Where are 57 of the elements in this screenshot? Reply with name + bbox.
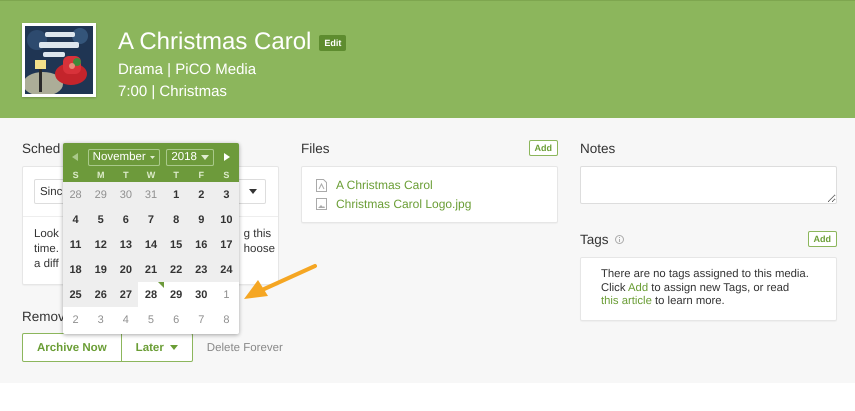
weekday-label: W	[146, 170, 156, 180]
calendar-day[interactable]: 23	[188, 257, 214, 282]
calendar-day[interactable]: 15	[164, 232, 189, 257]
pdf-file-icon	[316, 178, 327, 192]
section-title: Files	[301, 140, 330, 156]
caret-icon	[170, 345, 178, 350]
calendar-day[interactable]: 27	[113, 282, 138, 307]
description-text: time.	[34, 242, 59, 257]
calendar-day[interactable]: 2	[188, 182, 214, 207]
calendar-day[interactable]: 4	[63, 207, 88, 232]
section-title: Notes	[580, 140, 616, 156]
weekday-label: S	[72, 170, 80, 180]
tags-message: There are no tags assigned to this media. Click Add to assign new Tags, or read this article to learn more.	[600, 267, 810, 309]
media-title: A Christmas Carol	[118, 27, 312, 57]
edit-button[interactable]: Edit	[319, 35, 346, 51]
caret-icon	[249, 189, 257, 194]
calendar-day[interactable]: 11	[63, 232, 88, 257]
image-file-icon	[316, 198, 327, 210]
calendar-day[interactable]: 1	[164, 182, 189, 207]
section-title: Sched	[22, 140, 60, 156]
calendar-day[interactable]: 9	[188, 207, 214, 232]
weekday-label: T	[172, 170, 180, 180]
calendar-day[interactable]: 22	[164, 257, 189, 282]
calendar-day[interactable]: 3	[214, 182, 239, 207]
calendar-day[interactable]: 14	[138, 232, 164, 257]
calendar-day[interactable]: 10	[214, 207, 239, 232]
weekday-label: S	[222, 170, 230, 180]
calendar-day[interactable]: 26	[88, 282, 114, 307]
weekday-label: F	[198, 170, 206, 180]
caret-icon	[201, 154, 210, 160]
calendar-day[interactable]: 24	[214, 257, 239, 282]
description-text: a diff	[34, 257, 59, 272]
caret-icon	[150, 154, 155, 160]
description-text: hoose	[244, 242, 275, 257]
description-text: g this	[244, 227, 272, 242]
calendar-day[interactable]: 25	[63, 282, 88, 307]
notes-field[interactable]	[580, 166, 837, 204]
calendar-day[interactable]: 18	[63, 257, 88, 282]
weekday-label: M	[96, 170, 106, 180]
calendar-day[interactable]: 19	[88, 257, 114, 282]
calendar-day[interactable]: 7	[138, 207, 164, 232]
calendar-day[interactable]: 6	[113, 207, 138, 232]
calendar-day[interactable]: 17	[214, 232, 239, 257]
calendar-day[interactable]: 5	[88, 207, 114, 232]
media-details: 7:00 | Christmas	[118, 82, 228, 102]
calendar-day[interactable]: 21	[138, 257, 164, 282]
weekday-label: T	[122, 170, 130, 180]
calendar-day[interactable]: 8	[164, 207, 189, 232]
section-title: Tags	[580, 232, 609, 246]
info-icon[interactable]	[614, 234, 624, 244]
calendar-day[interactable]: 16	[188, 232, 214, 257]
calendar-day[interactable]: 13	[113, 232, 138, 257]
calendar-day[interactable]: 12	[88, 232, 114, 257]
description-text: Look	[34, 227, 59, 242]
calendar-day[interactable]: 20	[113, 257, 138, 282]
section-title: Remov	[22, 309, 65, 324]
media-subtitle: Drama | PiCO Media	[118, 60, 258, 80]
